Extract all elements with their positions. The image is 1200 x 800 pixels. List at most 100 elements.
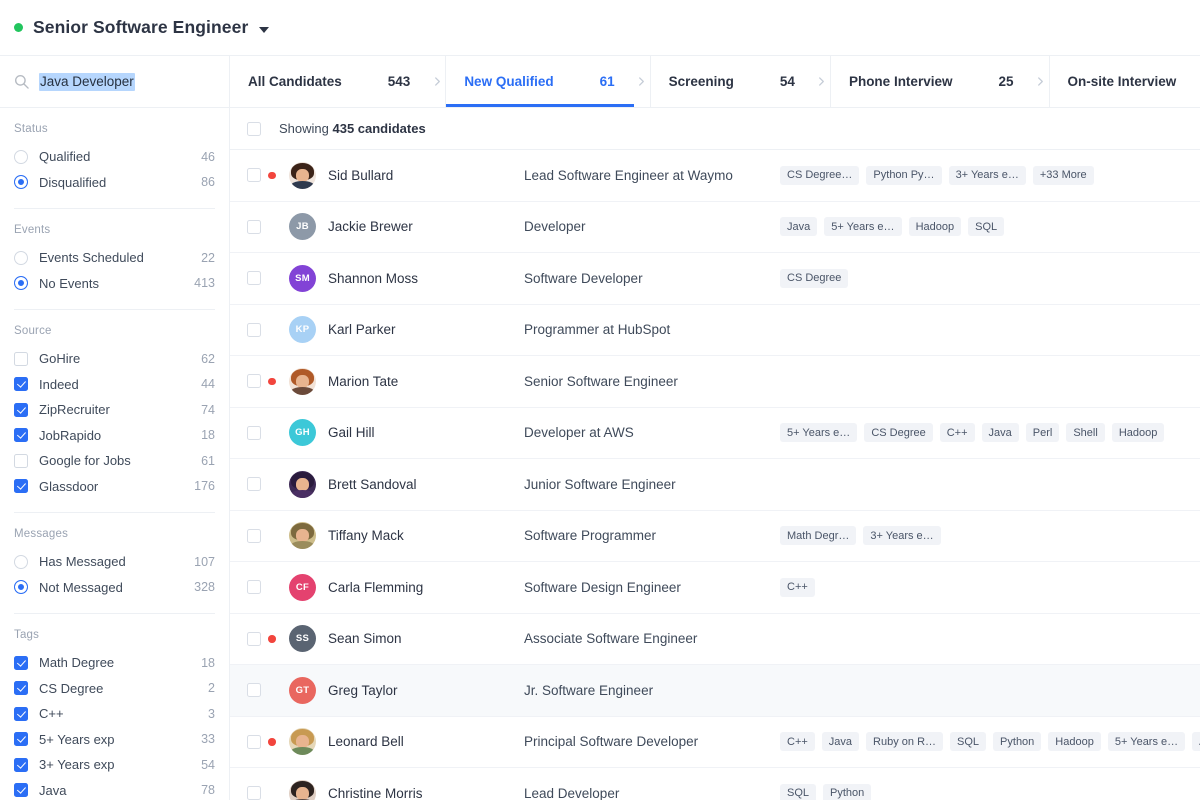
checkbox-icon[interactable] [14,681,28,695]
tag-pill[interactable]: C++ [940,423,975,442]
table-row[interactable]: Marion TateSenior Software Engineer [230,356,1200,408]
filter-option-cs-degree[interactable]: CS Degree2 [14,676,215,702]
table-row[interactable]: GHGail HillDeveloper at AWS5+ Years e…CS… [230,408,1200,460]
checkbox-icon[interactable] [14,479,28,493]
tab-new-qualified[interactable]: New Qualified61 [445,56,633,107]
radio-icon[interactable] [14,555,28,569]
checkbox-icon[interactable] [14,428,28,442]
tag-pill[interactable]: Hadoop [1048,732,1101,751]
tag-pill[interactable]: Java [982,423,1019,442]
table-row[interactable]: JBJackie BrewerDeveloperJava5+ Years e…H… [230,202,1200,254]
radio-icon[interactable] [14,251,28,265]
tag-pill[interactable]: 3+ Years e… [949,166,1026,185]
row-checkbox[interactable] [247,323,261,337]
tag-pill[interactable]: SQL [950,732,986,751]
filter-option-java[interactable]: Java78 [14,778,215,800]
chevron-down-icon[interactable] [259,27,269,33]
tag-pill[interactable]: Python Py… [866,166,941,185]
tag-pill[interactable]: Perl [1026,423,1060,442]
filter-option-glassdoor[interactable]: Glassdoor176 [14,474,215,500]
filter-option-indeed[interactable]: Indeed44 [14,372,215,398]
row-checkbox[interactable] [247,735,261,749]
tag-pill[interactable]: Math Degr… [780,526,856,545]
radio-icon[interactable] [14,150,28,164]
checkbox-icon[interactable] [14,732,28,746]
candidate-name[interactable]: Greg Taylor [328,683,524,698]
candidate-name[interactable]: Karl Parker [328,322,524,337]
candidate-name[interactable]: Gail Hill [328,425,524,440]
candidate-name[interactable]: Sid Bullard [328,168,524,183]
filter-option-3-years-exp[interactable]: 3+ Years exp54 [14,752,215,778]
filter-option-5-years-exp[interactable]: 5+ Years exp33 [14,727,215,753]
row-checkbox[interactable] [247,477,261,491]
filter-option-math-degree[interactable]: Math Degree18 [14,650,215,676]
candidate-name[interactable]: Carla Flemming [328,580,524,595]
filter-option-jobrapido[interactable]: JobRapido18 [14,423,215,449]
tag-pill[interactable]: Hadoop [1112,423,1165,442]
tag-pill[interactable]: 5+ Years e… [780,423,857,442]
tag-pill[interactable]: 5+ Years e… [1108,732,1185,751]
tag-pill[interactable]: SQL [968,217,1004,236]
table-row[interactable]: SSSean SimonAssociate Software Engineer [230,614,1200,666]
tag-pill[interactable]: CS Degree [780,269,848,288]
filter-option-google-for-jobs[interactable]: Google for Jobs61 [14,448,215,474]
tag-pill[interactable]: Shell [1066,423,1104,442]
radio-icon[interactable] [14,175,28,189]
filter-option-events-scheduled[interactable]: Events Scheduled22 [14,245,215,271]
tag-pill[interactable]: 5+ Years e… [824,217,901,236]
radio-icon[interactable] [14,580,28,594]
search-row[interactable]: Java Developer [0,56,229,108]
filter-option-qualified[interactable]: Qualified46 [14,144,215,170]
table-row[interactable]: KPKarl ParkerProgrammer at HubSpot [230,305,1200,357]
candidate-name[interactable]: Christine Morris [328,786,524,800]
tag-pill[interactable]: Java [780,217,817,236]
row-checkbox[interactable] [247,271,261,285]
filter-option-not-messaged[interactable]: Not Messaged328 [14,575,215,601]
table-row[interactable]: Sid BullardLead Software Engineer at Way… [230,150,1200,202]
tag-pill[interactable]: C++ [780,732,815,751]
row-checkbox[interactable] [247,786,261,800]
tag-pill[interactable]: Java [822,732,859,751]
checkbox-icon[interactable] [14,454,28,468]
tag-pill[interactable]: CS Degree… [780,166,859,185]
tag-pill[interactable]: Python [993,732,1041,751]
table-row[interactable]: Brett SandovalJunior Software Engineer [230,459,1200,511]
row-checkbox[interactable] [247,529,261,543]
row-checkbox[interactable] [247,426,261,440]
tag-pill[interactable]: SQL [780,784,816,800]
checkbox-icon[interactable] [14,403,28,417]
row-checkbox[interactable] [247,220,261,234]
table-row[interactable]: Christine MorrisLead DeveloperSQLPython [230,768,1200,800]
candidate-name[interactable]: Tiffany Mack [328,528,524,543]
tag-pill[interactable]: Python [823,784,871,800]
row-checkbox[interactable] [247,168,261,182]
row-checkbox[interactable] [247,632,261,646]
select-all-checkbox[interactable] [247,122,261,136]
checkbox-icon[interactable] [14,758,28,772]
checkbox-icon[interactable] [14,352,28,366]
candidate-name[interactable]: Marion Tate [328,374,524,389]
checkbox-icon[interactable] [14,707,28,721]
tag-pill[interactable]: APIs [1192,732,1200,751]
candidate-name[interactable]: Sean Simon [328,631,524,646]
tab-all-candidates[interactable]: All Candidates543 [230,56,429,107]
candidate-name[interactable]: Shannon Moss [328,271,524,286]
candidate-name[interactable]: Leonard Bell [328,734,524,749]
filter-option-disqualified[interactable]: Disqualified86 [14,170,215,196]
table-row[interactable]: Tiffany MackSoftware ProgrammerMath Degr… [230,511,1200,563]
table-row[interactable]: GTGreg TaylorJr. Software Engineer [230,665,1200,717]
filter-option-no-events[interactable]: No Events413 [14,271,215,297]
filter-option-ziprecruiter[interactable]: ZipRecruiter74 [14,397,215,423]
tag-pill[interactable]: C++ [780,578,815,597]
row-checkbox[interactable] [247,374,261,388]
tag-pill[interactable]: +33 More [1033,166,1094,185]
tab-screening[interactable]: Screening54 [650,56,814,107]
checkbox-icon[interactable] [14,656,28,670]
candidate-name[interactable]: Jackie Brewer [328,219,524,234]
tag-pill[interactable]: CS Degree [864,423,932,442]
radio-icon[interactable] [14,276,28,290]
tag-pill[interactable]: Ruby on R… [866,732,943,751]
search-input[interactable]: Java Developer [39,73,135,91]
table-row[interactable]: Leonard BellPrincipal Software Developer… [230,717,1200,769]
filter-option-c[interactable]: C++3 [14,701,215,727]
